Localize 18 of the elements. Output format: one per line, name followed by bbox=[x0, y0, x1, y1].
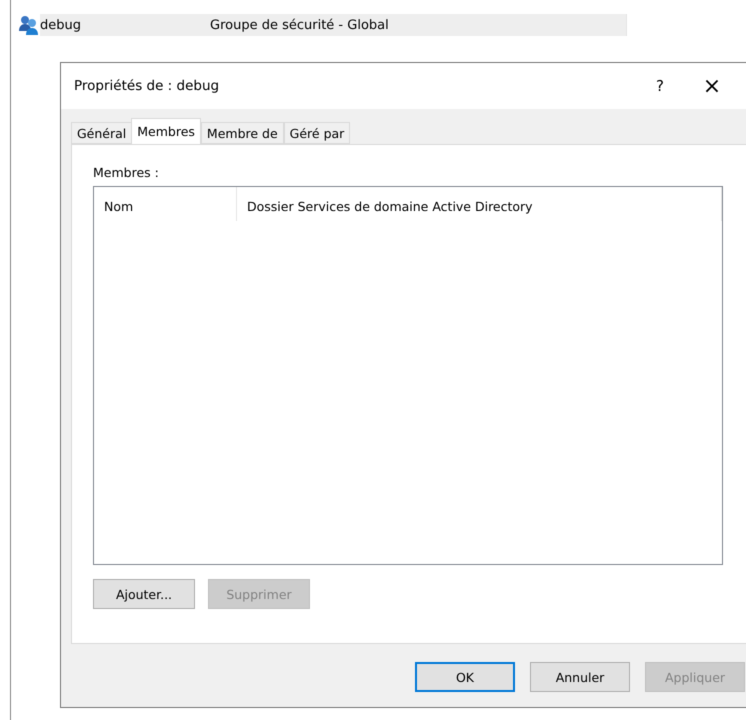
list-row[interactable]: debug Groupe de sécurité - Global bbox=[40, 14, 627, 36]
cancel-button[interactable]: Annuler bbox=[530, 662, 630, 692]
dialog-title: Propriétés de : debug bbox=[74, 78, 220, 94]
members-list[interactable]: Nom Dossier Services de domaine Active Directory bbox=[93, 186, 723, 565]
column-header[interactable]: Dossier Services de domaine Active Directory bbox=[237, 187, 722, 221]
close-button[interactable]: × bbox=[685, 71, 739, 101]
column-header[interactable]: Nom bbox=[94, 187, 237, 221]
add-button[interactable]: Ajouter... bbox=[93, 579, 195, 609]
help-button[interactable]: ? bbox=[635, 71, 685, 101]
tab[interactable]: Général bbox=[71, 122, 132, 144]
group-name: debug bbox=[40, 18, 82, 32]
tab[interactable]: Membres bbox=[131, 118, 201, 144]
ok-button[interactable]: OK bbox=[415, 662, 515, 692]
members-label: Membres : bbox=[93, 165, 160, 180]
group-type: Groupe de sécurité - Global bbox=[210, 18, 389, 32]
tab[interactable]: Membre de bbox=[200, 122, 284, 144]
users-icon bbox=[18, 15, 40, 35]
tab[interactable]: Géré par bbox=[284, 122, 350, 144]
